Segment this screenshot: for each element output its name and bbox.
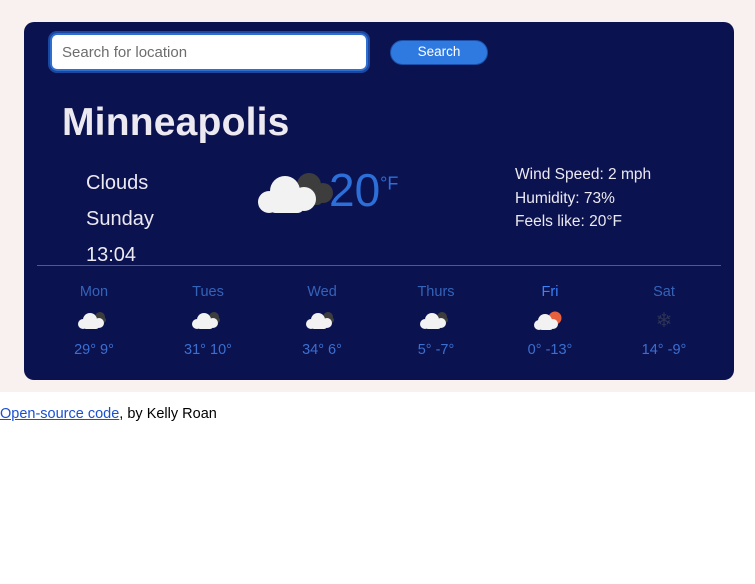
forecast-day-temps: 34° 6° (302, 342, 342, 358)
forecast-row: Mon 29° 9° Tues 31° 10° Wed 34° 6° Thurs… (37, 284, 721, 358)
forecast-day-label: Mon (79, 284, 109, 300)
forecast-day-tues: Tues 31° 10° (151, 284, 265, 358)
forecast-day-sat: Sat ❄ 14° -9° (607, 284, 721, 358)
forecast-day-temps: 14° -9° (641, 342, 687, 358)
forecast-day-temps: 31° 10° (184, 342, 232, 358)
current-time: 13:04 (86, 244, 137, 266)
cloud-icon (37, 306, 151, 336)
forecast-day-temps: 29° 9° (74, 342, 114, 358)
forecast-day-label: Tues (192, 284, 224, 300)
current-temperature: 20°F (329, 167, 398, 213)
page-title: Minneapolis (62, 101, 290, 144)
forecast-day-label: Sat (653, 284, 675, 300)
forecast-day-thurs: Thurs 5° -7° (379, 284, 493, 358)
section-divider (37, 265, 721, 266)
forecast-day-label: Thurs (417, 284, 455, 300)
forecast-day-temps: 0° -13° (527, 342, 573, 358)
cloud-icon (265, 306, 379, 336)
forecast-day-wed: Wed 34° 6° (265, 284, 379, 358)
current-conditions-list: Clouds Sunday 13:04 (86, 165, 154, 273)
current-condition: Clouds (86, 172, 149, 194)
forecast-day-mon: Mon 29° 9° (37, 284, 151, 358)
humidity-stat: Humidity: 73% (515, 189, 615, 207)
search-row: Search (48, 31, 488, 73)
snowflake-icon: ❄ (607, 306, 721, 336)
current-temperature-unit: °F (380, 173, 399, 194)
sun-behind-cloud-icon (493, 306, 607, 336)
search-button[interactable]: Search (390, 39, 488, 65)
cloud-icon (151, 306, 265, 336)
feels-like-stat: Feels like: 20°F (515, 213, 622, 230)
weather-card: Search Minneapolis Clouds Sunday 13:04 2… (24, 22, 734, 380)
forecast-day-temps: 5° -7° (417, 342, 455, 358)
forecast-day-label: Fri (541, 284, 559, 300)
broken-clouds-icon (252, 165, 340, 227)
current-stats: Wind Speed: 2 mph Humidity: 73% Feels li… (515, 163, 651, 234)
wind-speed-stat: Wind Speed: 2 mph (515, 166, 652, 183)
open-source-code-link[interactable]: Open-source code (0, 406, 119, 422)
footer: Open-source code, by Kelly Roan (0, 406, 217, 422)
search-input[interactable] (48, 31, 370, 73)
forecast-day-label: Wed (307, 284, 337, 300)
current-temperature-value: 20 (329, 164, 381, 216)
forecast-day-fri: Fri 0° -13° (493, 284, 607, 358)
footer-author-text: , by Kelly Roan (119, 406, 217, 422)
snowflake-glyph: ❄ (655, 310, 673, 332)
current-day: Sunday (86, 208, 154, 230)
cloud-icon (379, 306, 493, 336)
